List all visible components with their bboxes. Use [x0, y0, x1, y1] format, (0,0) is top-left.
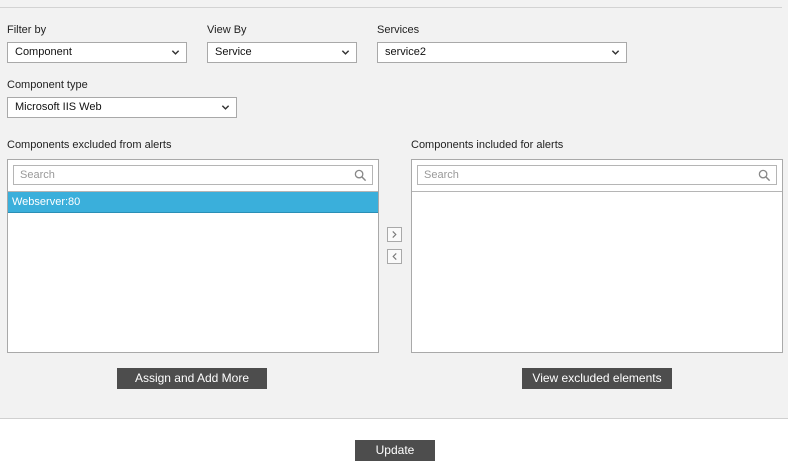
view-by-select[interactable]: Service — [207, 42, 357, 63]
search-icon[interactable] — [758, 169, 771, 182]
chevron-down-icon — [221, 105, 230, 110]
filter-by-label: Filter by — [7, 24, 47, 36]
chevron-down-icon — [341, 50, 350, 55]
included-search-placeholder: Search — [424, 169, 459, 181]
excluded-search-placeholder: Search — [20, 169, 55, 181]
view-excluded-elements-button[interactable]: View excluded elements — [522, 368, 672, 389]
excluded-list[interactable]: Search Webserver:80 — [7, 159, 379, 353]
view-by-label: View By — [207, 24, 247, 36]
excluded-list-title: Components excluded from alerts — [7, 139, 172, 151]
move-to-excluded-button[interactable] — [387, 249, 402, 264]
included-list[interactable]: Search — [411, 159, 783, 353]
update-button[interactable]: Update — [355, 440, 435, 461]
assign-and-add-more-button[interactable]: Assign and Add More — [117, 368, 267, 389]
list-item[interactable]: Webserver:80 — [8, 192, 378, 213]
chevron-right-icon — [392, 231, 397, 238]
component-type-select[interactable]: Microsoft IIS Web — [7, 97, 237, 118]
chevron-down-icon — [611, 50, 620, 55]
excluded-search-input[interactable]: Search — [13, 165, 373, 185]
divider — [412, 191, 782, 192]
services-label: Services — [377, 24, 420, 36]
view-by-value: Service — [215, 46, 252, 58]
component-type-value: Microsoft IIS Web — [15, 101, 102, 113]
component-type-label: Component type — [7, 79, 88, 91]
filter-by-value: Component — [15, 46, 72, 58]
divider — [0, 7, 782, 8]
included-search-input[interactable]: Search — [417, 165, 777, 185]
services-value: service2 — [385, 46, 426, 58]
alert-filter-panel: Filter by Component View By Service Serv… — [0, 0, 788, 419]
services-select[interactable]: service2 — [377, 42, 627, 63]
move-to-included-button[interactable] — [387, 227, 402, 242]
search-icon[interactable] — [354, 169, 367, 182]
filter-by-select[interactable]: Component — [7, 42, 187, 63]
chevron-left-icon — [392, 253, 397, 260]
chevron-down-icon — [171, 50, 180, 55]
included-list-title: Components included for alerts — [411, 139, 564, 151]
